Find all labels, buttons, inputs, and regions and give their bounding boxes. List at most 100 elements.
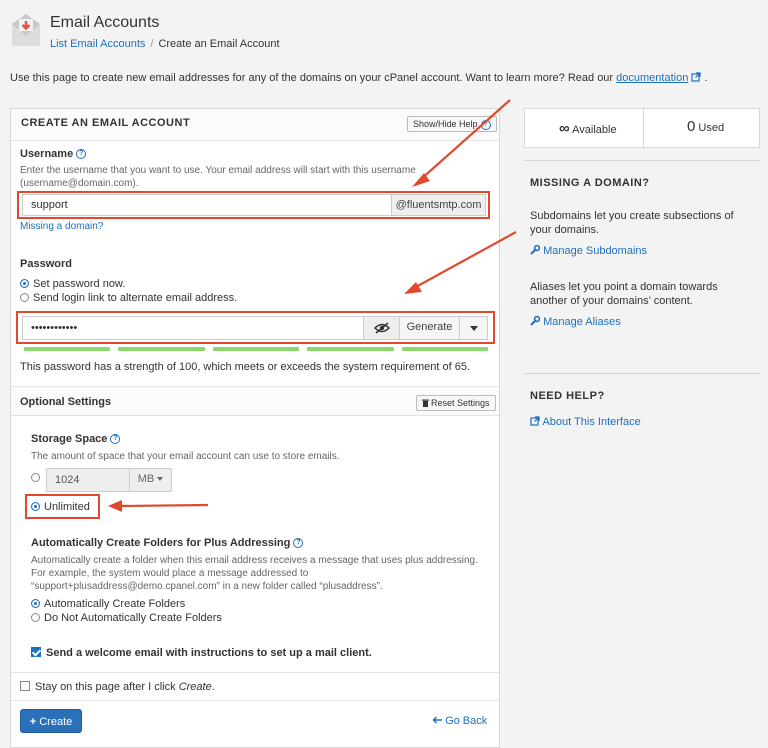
strength-bar-1 xyxy=(24,347,110,351)
quota-box: ∞ Available 0 Used xyxy=(524,108,760,148)
radio-storage-limited-input[interactable] xyxy=(31,473,40,482)
eye-slash-icon xyxy=(373,322,390,334)
help-circle-icon: ? xyxy=(480,119,491,130)
missing-domain-heading: MISSING A DOMAIN? xyxy=(530,177,650,189)
show-hide-help-label: Show/Hide Help xyxy=(413,119,478,129)
panel-title: CREATE AN EMAIL ACCOUNT xyxy=(21,117,191,129)
caret-down-icon xyxy=(469,326,478,331)
wrench-icon xyxy=(530,315,541,326)
password-label: Password xyxy=(20,258,72,270)
plus-icon: + xyxy=(29,716,37,728)
quota-used-value: 0 xyxy=(687,118,696,135)
show-hide-help-button[interactable]: Show/Hide Help? xyxy=(407,116,497,132)
strength-bar-2 xyxy=(118,347,205,351)
optional-divider-bottom xyxy=(11,415,499,416)
storage-input[interactable]: 1024 xyxy=(55,474,79,486)
create-button-label: Create xyxy=(39,716,73,728)
welcome-email-checkbox[interactable] xyxy=(31,647,41,657)
strength-bar-4 xyxy=(307,347,394,351)
storage-help: The amount of space that your email acco… xyxy=(31,451,340,462)
radio-send-login-link[interactable]: Send login link to alternate email addre… xyxy=(20,292,237,304)
storage-label: Storage Space? xyxy=(31,433,121,445)
radio-send-login-link-input[interactable] xyxy=(20,293,29,302)
wrench-icon xyxy=(530,244,541,255)
quota-used: 0 Used xyxy=(687,118,724,135)
manage-subdomains-label: Manage Subdomains xyxy=(543,245,648,257)
username-label-text: Username xyxy=(20,148,74,160)
about-interface-link[interactable]: About This Interface xyxy=(530,416,641,428)
plus-addressing-help: Automatically create a folder when this … xyxy=(31,555,478,592)
side-rule-1 xyxy=(524,160,760,161)
breadcrumb-list-email-accounts[interactable]: List Email Accounts xyxy=(50,38,145,50)
radio-plus-none[interactable]: Do Not Automatically Create Folders xyxy=(31,612,222,624)
stay-divider xyxy=(11,672,499,673)
radio-plus-auto-label: Automatically Create Folders xyxy=(44,598,186,610)
aliases-text: Aliases let you point a domain towards a… xyxy=(530,281,718,307)
strength-bar-3 xyxy=(213,347,299,351)
radio-storage-unlimited-input[interactable] xyxy=(31,502,40,511)
caret-down-icon xyxy=(157,477,164,481)
arrow-left-icon xyxy=(432,716,442,724)
stay-on-page-checkbox[interactable] xyxy=(20,681,30,691)
radio-set-password[interactable]: Set password now. xyxy=(20,278,125,290)
breadcrumb-current: Create an Email Account xyxy=(158,38,280,50)
reset-settings-button[interactable]: Reset Settings xyxy=(416,395,496,411)
stay-on-page-row[interactable]: Stay on this page after I click Create. xyxy=(20,681,215,693)
go-back-link[interactable]: Go Back xyxy=(432,715,487,727)
create-button[interactable]: + Create xyxy=(20,709,82,733)
radio-plus-none-label: Do Not Automatically Create Folders xyxy=(44,612,222,624)
radio-storage-unlimited[interactable]: Unlimited xyxy=(31,501,90,513)
radio-plus-auto-input[interactable] xyxy=(31,599,40,608)
radio-set-password-input[interactable] xyxy=(20,279,29,288)
intro-sentence: Use this page to create new email addres… xyxy=(10,72,614,84)
username-help: Enter the username that you want to use.… xyxy=(20,165,416,189)
password-strength-text: This password has a strength of 100, whi… xyxy=(20,361,471,373)
documentation-link[interactable]: documentation xyxy=(616,72,688,84)
radio-send-login-link-label: Send login link to alternate email addre… xyxy=(33,292,238,304)
storage-unit-select[interactable]: MB xyxy=(129,469,171,491)
radio-plus-none-input[interactable] xyxy=(31,613,40,622)
welcome-email-checkbox-row[interactable]: Send a welcome email with instructions t… xyxy=(31,647,372,659)
email-accounts-icon xyxy=(12,14,40,46)
radio-plus-auto[interactable]: Automatically Create Folders xyxy=(31,598,185,610)
storage-unit-label: MB xyxy=(137,473,155,485)
actions-divider xyxy=(11,700,499,701)
manage-aliases-link[interactable]: Manage Aliases xyxy=(530,315,621,328)
welcome-email-label: Send a welcome email with instructions t… xyxy=(46,647,372,659)
missing-domain-link[interactable]: Missing a domain? xyxy=(20,221,103,232)
storage-input-group: 1024 MB xyxy=(46,468,172,492)
radio-storage-limited[interactable] xyxy=(31,472,44,484)
external-link-icon xyxy=(691,72,701,82)
password-input[interactable]: •••••••••••• xyxy=(31,322,77,334)
toggle-visibility-button[interactable] xyxy=(363,317,399,339)
generate-dropdown-button[interactable] xyxy=(459,317,487,339)
password-input-group: •••••••••••• Generate xyxy=(22,316,488,340)
radio-storage-unlimited-label: Unlimited xyxy=(44,501,90,513)
quota-available: ∞ Available xyxy=(559,120,617,137)
trash-icon xyxy=(422,399,429,407)
manage-aliases-label: Manage Aliases xyxy=(543,316,621,328)
manage-subdomains-link[interactable]: Manage Subdomains xyxy=(530,244,648,257)
username-input-group: support @fluentsmtp.com xyxy=(22,194,486,216)
strength-bar-5 xyxy=(402,347,488,351)
radio-set-password-label: Set password now. xyxy=(33,278,126,290)
generate-button[interactable]: Generate xyxy=(399,317,459,339)
username-help-icon[interactable]: ? xyxy=(76,149,87,160)
username-input[interactable]: support xyxy=(31,199,68,211)
storage-help-icon[interactable]: ? xyxy=(110,434,121,445)
plus-addressing-label-text: Automatically Create Folders for Plus Ad… xyxy=(31,537,291,549)
external-link-icon xyxy=(530,416,540,426)
optional-settings-title: Optional Settings xyxy=(20,396,112,408)
quota-divider xyxy=(643,109,644,147)
storage-label-text: Storage Space xyxy=(31,433,108,445)
reset-settings-label: Reset Settings xyxy=(431,398,490,408)
need-help-heading: NEED HELP? xyxy=(530,390,605,402)
intro-trail: . xyxy=(704,72,708,84)
username-label: Username? xyxy=(20,148,87,160)
plus-addressing-label: Automatically Create Folders for Plus Ad… xyxy=(31,537,304,549)
breadcrumb-separator: / xyxy=(150,38,154,50)
stay-on-page-suffix: . xyxy=(211,681,215,693)
domain-addon[interactable]: @fluentsmtp.com xyxy=(391,195,485,215)
panel-header: CREATE AN EMAIL ACCOUNT Show/Hide Help? xyxy=(11,109,499,141)
plus-addressing-help-icon[interactable]: ? xyxy=(293,538,304,549)
